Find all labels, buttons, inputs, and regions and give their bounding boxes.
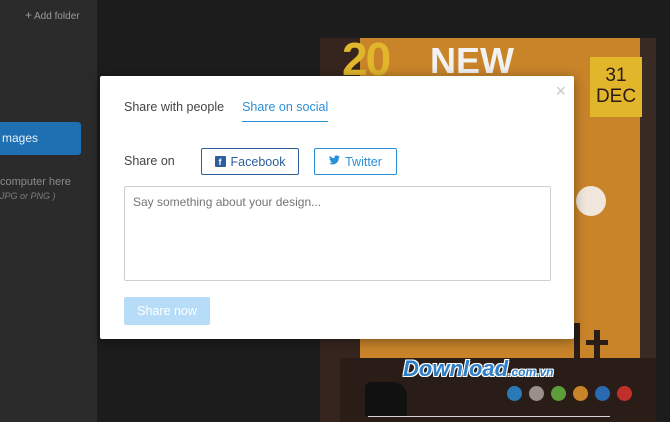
sidebar: + Add folder mages computer here JPG or P… xyxy=(0,0,97,422)
color-dot[interactable] xyxy=(507,386,522,401)
tab-share-with-people[interactable]: Share with people xyxy=(124,100,224,122)
facebook-label: Facebook xyxy=(230,154,286,169)
facebook-button[interactable]: f Facebook xyxy=(201,148,299,175)
poster-date-month: DEC xyxy=(595,86,637,107)
message-textarea[interactable] xyxy=(124,186,551,281)
share-on-label: Share on xyxy=(124,154,175,168)
color-dot[interactable] xyxy=(617,386,632,401)
close-icon[interactable]: × xyxy=(555,82,566,100)
cross-shape xyxy=(574,323,580,368)
upload-hint: computer here JPG or PNG ) xyxy=(0,175,71,203)
upload-images-button[interactable]: mages xyxy=(0,122,81,155)
upload-hint-line2: JPG or PNG ) xyxy=(0,191,56,201)
upload-hint-line1: computer here xyxy=(0,176,71,188)
poster-underline xyxy=(368,416,610,417)
share-modal: × Share with people Share on social Shar… xyxy=(100,76,574,339)
color-dot[interactable] xyxy=(573,386,588,401)
color-dot[interactable] xyxy=(529,386,544,401)
watermark-brand: Download xyxy=(403,356,509,381)
app-root: + Add folder mages computer here JPG or P… xyxy=(0,0,670,422)
tree-shape xyxy=(576,186,606,216)
twitter-label: Twitter xyxy=(345,154,382,169)
add-folder-button[interactable]: + Add folder xyxy=(25,8,80,22)
poster-date-box: 31 DEC xyxy=(590,57,642,117)
facebook-icon: f xyxy=(214,156,226,167)
images-label: mages xyxy=(2,131,39,145)
dog-silhouette xyxy=(365,382,407,416)
color-dots xyxy=(507,386,632,401)
share-tabs: Share with people Share on social xyxy=(124,100,329,122)
cross-shape xyxy=(586,340,608,345)
add-folder-label: Add folder xyxy=(34,11,80,22)
color-dot[interactable] xyxy=(595,386,610,401)
tab-share-on-social[interactable]: Share on social xyxy=(242,100,329,122)
plus-icon: + xyxy=(25,8,33,22)
color-dot[interactable] xyxy=(551,386,566,401)
watermark-tld: .com.vn xyxy=(508,365,554,379)
twitter-icon xyxy=(329,155,341,168)
poster-date-day: 31 xyxy=(605,65,627,86)
share-now-button[interactable]: Share now xyxy=(124,297,210,325)
twitter-button[interactable]: Twitter xyxy=(314,148,397,175)
watermark: Download.com.vn xyxy=(403,356,553,382)
cross-shape xyxy=(594,330,600,370)
